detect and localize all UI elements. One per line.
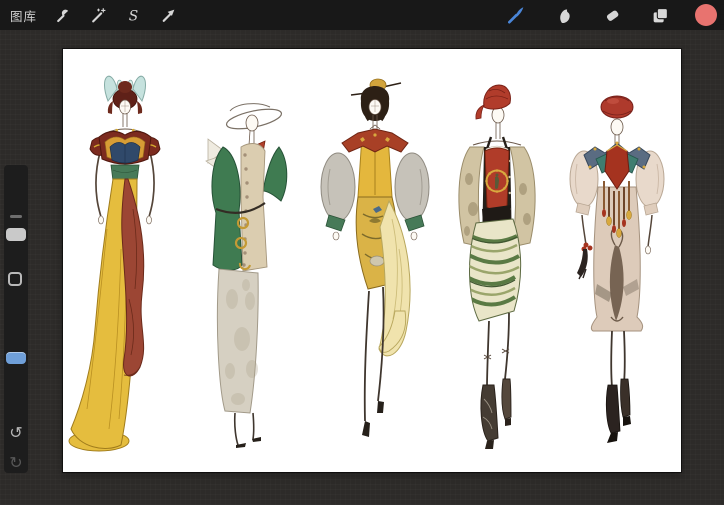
eraser-icon — [603, 6, 622, 25]
svg-text:S: S — [128, 8, 137, 24]
color-swatch-button[interactable] — [695, 4, 717, 26]
figure-look-4 — [459, 85, 535, 449]
workspace: ↺ ↻ — [0, 30, 724, 505]
layers-button[interactable] — [647, 2, 673, 28]
slider-tick — [10, 215, 22, 218]
layers-icon — [651, 6, 670, 25]
redo-button[interactable]: ↻ — [4, 451, 28, 475]
modify-button[interactable] — [8, 272, 22, 286]
opacity-slider[interactable] — [6, 352, 26, 364]
figure-look-5 — [570, 96, 664, 443]
toolbar-right-group — [503, 2, 724, 28]
wrench-icon — [55, 7, 72, 24]
procreate-app: 图库 — [0, 0, 724, 505]
figure-look-2 — [206, 104, 287, 448]
erase-button[interactable] — [599, 2, 625, 28]
tool-sidebar: ↺ ↻ — [4, 165, 28, 473]
adjustments-button[interactable] — [85, 2, 111, 28]
figure-look-3 — [321, 79, 429, 437]
transform-button[interactable] — [155, 2, 181, 28]
brush-icon — [506, 5, 526, 25]
toolbar-left-group: 图库 — [0, 2, 181, 28]
brush-size-slider[interactable] — [6, 228, 26, 241]
transform-arrow-icon — [160, 7, 177, 24]
smudge-button[interactable] — [551, 2, 577, 28]
selection-s-icon: S — [125, 7, 142, 24]
magic-wand-icon — [90, 7, 107, 24]
fashion-illustration — [63, 49, 681, 472]
actions-button[interactable] — [50, 2, 76, 28]
canvas-artboard[interactable] — [63, 49, 681, 472]
undo-button[interactable]: ↺ — [4, 421, 28, 445]
smudge-icon — [555, 6, 574, 25]
top-toolbar: 图库 — [0, 0, 724, 31]
paint-button[interactable] — [503, 2, 529, 28]
gallery-button[interactable]: 图库 — [10, 6, 41, 25]
figure-look-1 — [69, 76, 160, 451]
selection-button[interactable]: S — [120, 2, 146, 28]
